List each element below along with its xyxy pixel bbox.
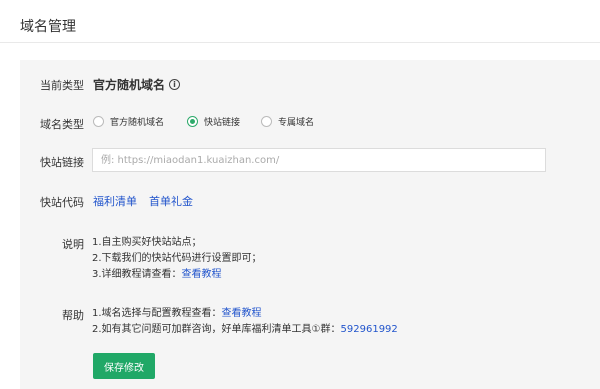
quick-code-label: 快站代码 bbox=[40, 196, 84, 209]
view-tutorial-link[interactable]: 查看教程 bbox=[182, 269, 222, 280]
help-line: 1.域名选择与配置教程查看：查看教程 bbox=[92, 306, 398, 322]
radio-label: 专属域名 bbox=[278, 118, 315, 128]
first-order-bonus-link[interactable]: 首单礼金 bbox=[149, 193, 193, 209]
info-icon[interactable]: i bbox=[169, 79, 181, 90]
description-text: 1.自主购买好快站站点； 2.下载我们的快站代码进行设置即可； 3.详细教程请查… bbox=[92, 235, 262, 283]
settings-panel bbox=[20, 60, 600, 389]
page-title: 域名管理 bbox=[20, 19, 76, 35]
help-line: 2.如有其它问题可加群咨询，好单库福利清单工具①群：592961992 bbox=[92, 322, 398, 338]
quick-link-label: 快站链接 bbox=[40, 156, 84, 169]
radio-exclusive-domain[interactable]: 专属域名 bbox=[261, 115, 314, 128]
radio-checked-icon[interactable] bbox=[187, 116, 198, 127]
radio-circle-icon[interactable] bbox=[261, 116, 272, 127]
current-type-text: 官方随机域名 bbox=[93, 78, 166, 92]
radio-label: 官方随机域名 bbox=[110, 118, 165, 128]
group-number-link[interactable]: 592961992 bbox=[341, 324, 398, 335]
quick-link-input[interactable] bbox=[92, 148, 546, 172]
title-divider bbox=[0, 42, 600, 43]
help-line-text: 2.如有其它问题可加群咨询，好单库福利清单工具①群： bbox=[92, 324, 341, 335]
help-label: 帮助 bbox=[62, 309, 84, 322]
radio-official-random-domain[interactable]: 官方随机域名 bbox=[93, 115, 164, 128]
domain-type-label: 域名类型 bbox=[40, 118, 84, 131]
radio-label: 快站链接 bbox=[204, 118, 241, 128]
quick-code-links: 福利清单 首单礼金 bbox=[93, 193, 193, 209]
radio-quick-link[interactable]: 快站链接 bbox=[187, 115, 240, 128]
save-button[interactable]: 保存修改 bbox=[93, 353, 155, 379]
welfare-list-link[interactable]: 福利清单 bbox=[93, 193, 137, 209]
help-line-text: 1.域名选择与配置教程查看： bbox=[92, 308, 222, 319]
description-line: 2.下载我们的快站代码进行设置即可； bbox=[92, 253, 262, 264]
description-label: 说明 bbox=[62, 238, 84, 251]
description-line: 1.自主购买好快站站点； bbox=[92, 237, 202, 248]
current-type-label: 当前类型 bbox=[40, 79, 84, 92]
description-line: 3.详细教程请查看：查看教程 bbox=[92, 267, 262, 283]
radio-circle-icon[interactable] bbox=[93, 116, 104, 127]
description-line-text: 3.详细教程请查看： bbox=[92, 269, 182, 280]
current-type-value: 官方随机域名 i bbox=[93, 76, 181, 93]
domain-tutorial-link[interactable]: 查看教程 bbox=[222, 308, 262, 319]
help-text: 1.域名选择与配置教程查看：查看教程 2.如有其它问题可加群咨询，好单库福利清单… bbox=[92, 306, 398, 338]
